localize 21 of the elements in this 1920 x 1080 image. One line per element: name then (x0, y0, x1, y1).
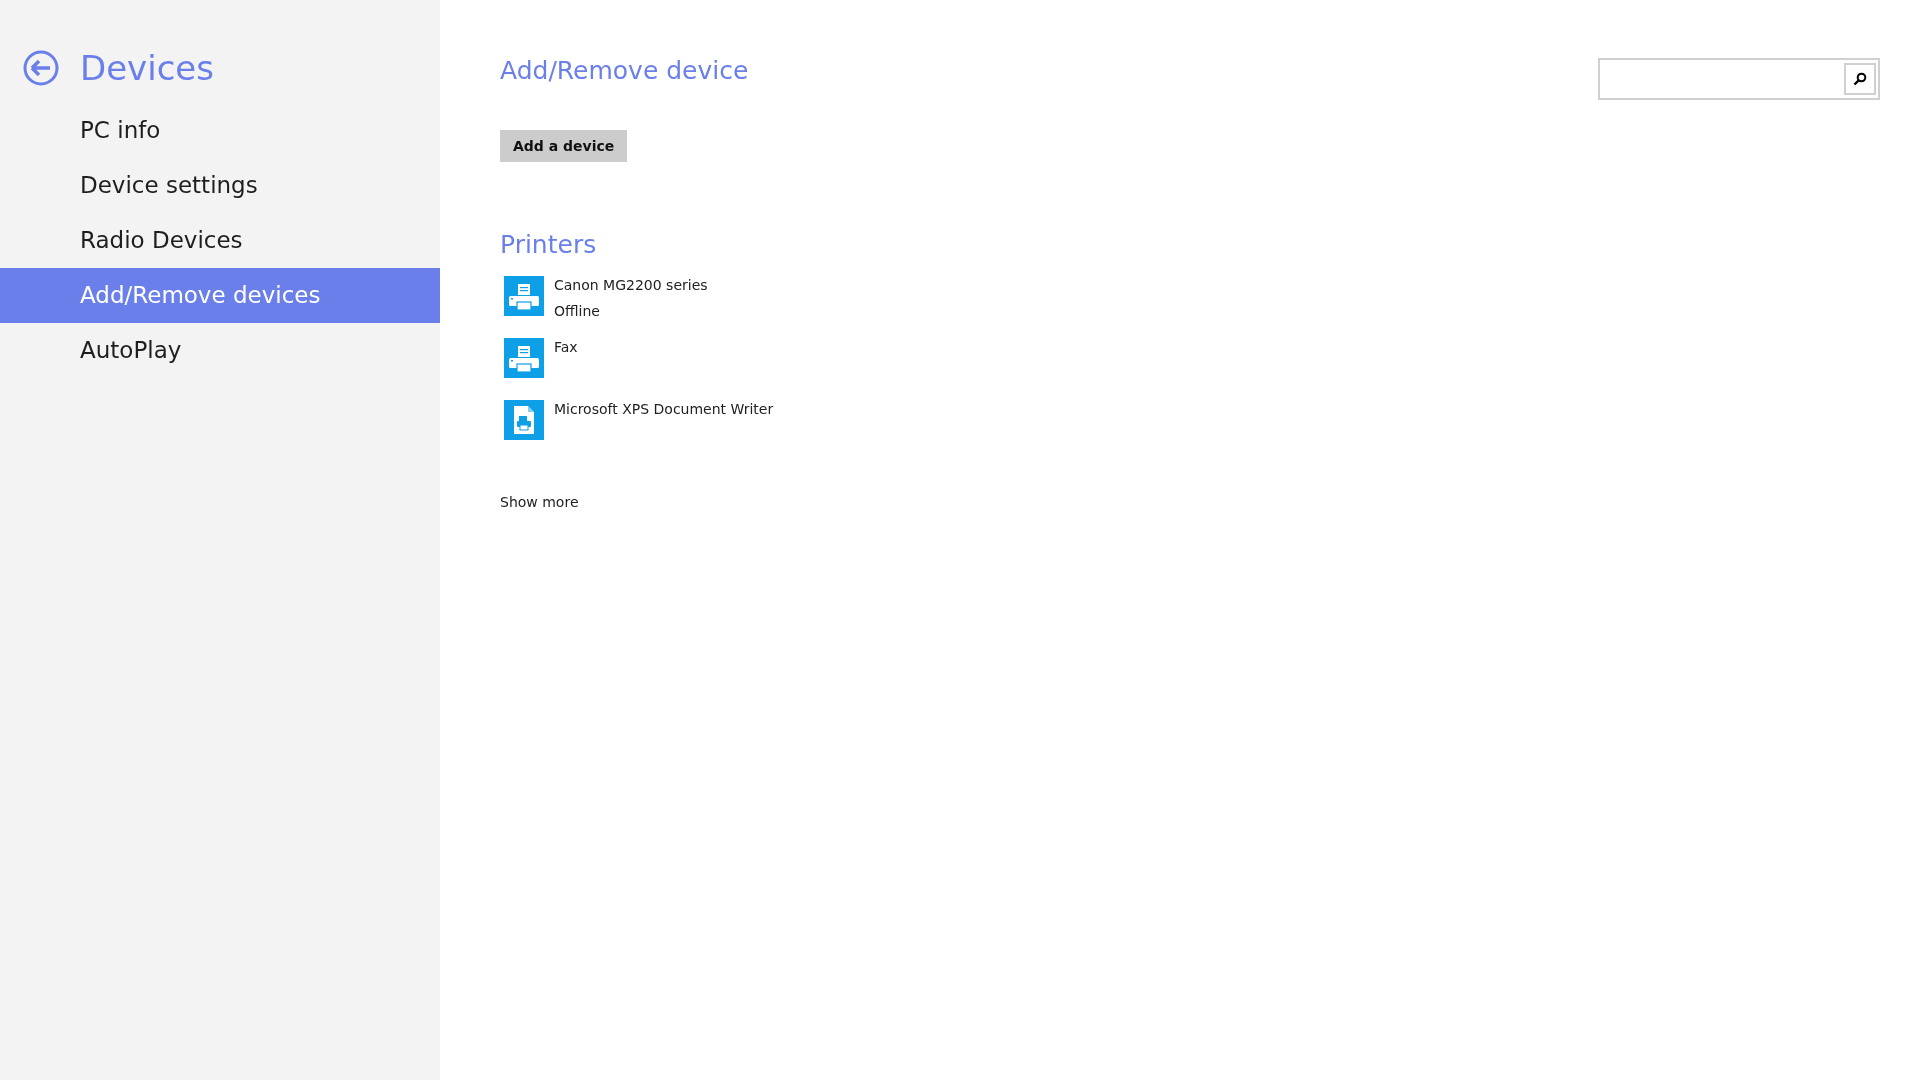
sidebar-title: Devices (80, 51, 214, 85)
nav-item[interactable]: Device settings (0, 158, 440, 213)
nav-item[interactable]: PC info (0, 103, 440, 158)
device-name[interactable]: Fax (554, 334, 578, 360)
section-title: Printers (500, 229, 597, 261)
document-printer-icon (504, 400, 544, 440)
page-title: Add/Remove device (500, 55, 749, 87)
device-name[interactable]: Microsoft XPS Document Writer (554, 396, 774, 422)
device-name[interactable]: Canon MG2200 series (554, 272, 708, 298)
printer-icon (504, 338, 544, 378)
search-button[interactable] (1844, 63, 1876, 95)
search-field[interactable] (1598, 58, 1880, 100)
printer-icon (504, 276, 544, 316)
nav-item[interactable]: Radio Devices (0, 213, 440, 268)
device-status: Offline (554, 302, 601, 321)
add-device-button[interactable]: Add a device (500, 130, 628, 162)
nav-item[interactable]: Add/Remove devices (0, 268, 440, 323)
show-more-link[interactable]: Show more (500, 492, 579, 513)
search-icon (1853, 72, 1867, 86)
nav-item[interactable]: AutoPlay (0, 323, 440, 378)
back-icon[interactable] (23, 50, 59, 86)
